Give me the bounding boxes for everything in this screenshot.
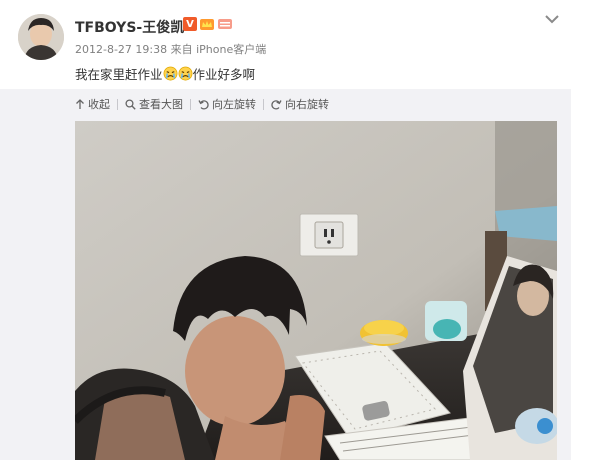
toolbar-divider (190, 98, 191, 110)
rotate-left-icon (198, 99, 209, 110)
post-text-after: 作业好多啊 (192, 67, 256, 82)
wall-socket (299, 213, 359, 257)
crying-emoji-icon (163, 66, 177, 81)
collapse-button[interactable]: 收起 (75, 96, 110, 112)
collapse-up-icon (76, 98, 84, 109)
rotate-left-label: 向左旋转 (212, 98, 256, 111)
post-photo[interactable] (75, 121, 557, 460)
verified-badge-icon[interactable]: V (183, 17, 197, 31)
view-large-button[interactable]: 查看大图 (125, 96, 183, 112)
toolbar-divider (117, 98, 118, 110)
crown-badge-icon[interactable] (199, 17, 215, 31)
chevron-down-icon[interactable] (543, 12, 561, 26)
collapse-label: 收起 (88, 98, 110, 111)
crying-emoji-icon (178, 66, 192, 81)
rotate-left-button[interactable]: 向左旋转 (198, 96, 256, 112)
post-text-before: 我在家里赶作业 (75, 67, 163, 82)
toolbar-divider (263, 98, 264, 110)
post-text: 我在家里赶作业 作业好多啊 (75, 64, 255, 83)
vip-badge-icon[interactable] (217, 17, 233, 31)
post-meta: 2012-8-27 19:38 来自 iPhone客户端 (75, 43, 267, 56)
media-toolbar: 收起 查看大图 向左旋转 向右旋转 (75, 96, 329, 112)
username[interactable]: TFBOYS-王俊凯 (75, 17, 184, 37)
rotate-right-button[interactable]: 向右旋转 (271, 96, 329, 112)
rotate-right-icon (271, 99, 282, 110)
user-badges: V (183, 17, 233, 31)
magnifier-icon (125, 98, 136, 110)
view-large-label: 查看大图 (139, 98, 183, 111)
rotate-right-label: 向右旋转 (285, 98, 329, 111)
avatar[interactable] (18, 14, 64, 60)
